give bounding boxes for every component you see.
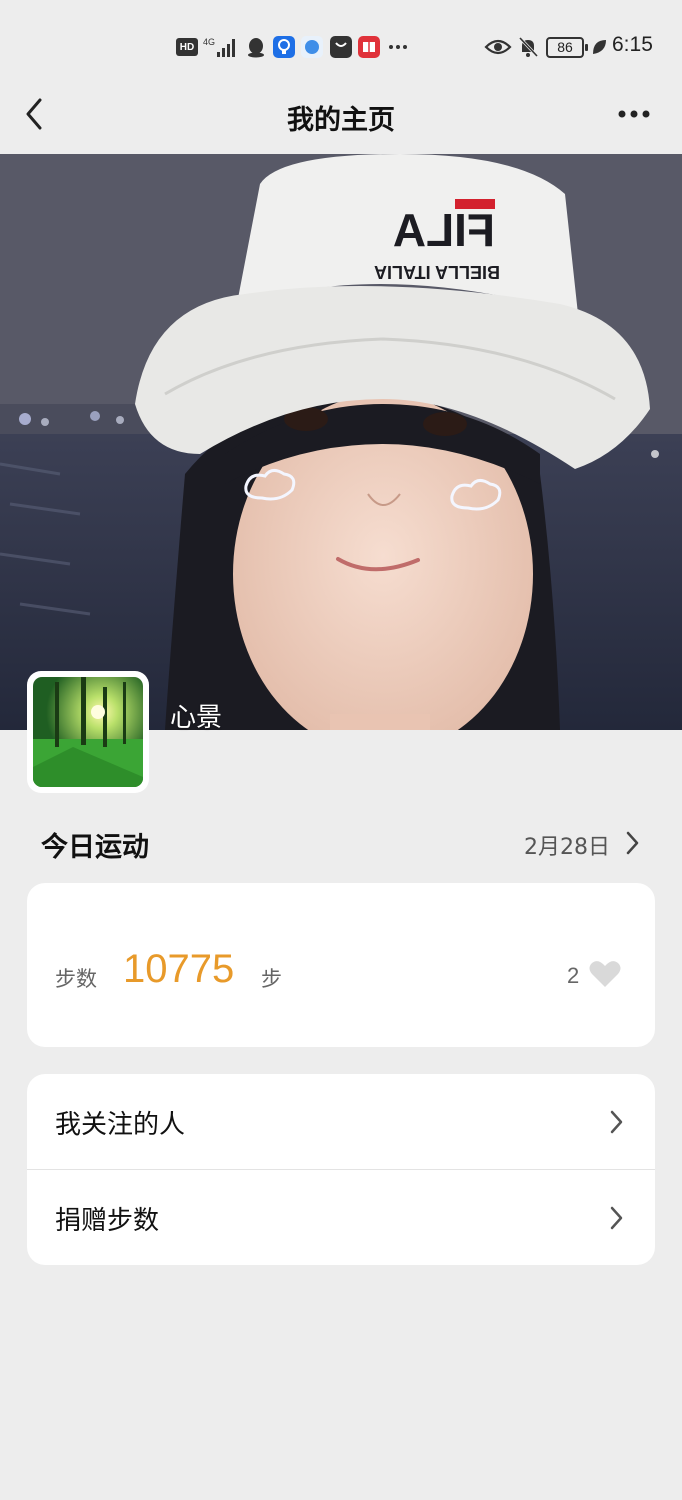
bell-off-icon [516, 34, 540, 60]
steps-unit: 步 [261, 967, 282, 991]
book-app-icon [357, 34, 381, 60]
list-item-following[interactable]: 我关注的人 [27, 1074, 655, 1169]
chevron-right-icon[interactable] [622, 829, 642, 857]
more-dots-icon [618, 110, 650, 118]
bag-app-icon [329, 34, 353, 60]
chevron-right-icon [607, 1108, 625, 1136]
heart-icon[interactable] [588, 958, 622, 990]
steps-label: 步数 [55, 967, 97, 991]
list-item-label: 捐赠步数 [55, 1206, 160, 1236]
bulb-app-icon [272, 34, 296, 60]
battery-icon: 86 [546, 37, 588, 58]
svg-text:BIELLA ITALIA: BIELLA ITALIA [374, 262, 500, 282]
eye-icon [484, 34, 512, 60]
like-count: 2 [567, 963, 580, 988]
nav-bar: 我的主页 [0, 80, 682, 154]
list-item-donate-steps[interactable]: 捐赠步数 [27, 1170, 655, 1265]
hd-icon: HD [176, 38, 198, 56]
leaf-icon [590, 34, 608, 60]
today-exercise-title: 今日运动 [41, 832, 149, 863]
clock: 6:15 [612, 33, 653, 56]
status-bar: HD 4G 86 6:15 [0, 0, 682, 80]
cover-photo-image: FILA BIELLA ITALIA [0, 154, 682, 730]
avatar[interactable] [27, 671, 149, 793]
chevron-right-icon [607, 1204, 625, 1232]
browser-app-icon [300, 34, 324, 60]
qq-icon [245, 34, 267, 60]
svg-text:FILA: FILA [393, 204, 495, 256]
date-selector[interactable]: 2月28日 [524, 829, 610, 861]
list-item-label: 我关注的人 [55, 1110, 186, 1140]
more-notifications-icon [388, 34, 408, 60]
svg-text:4G: 4G [203, 37, 215, 47]
page-title: 我的主页 [287, 105, 395, 136]
signal-icon: 4G [203, 34, 239, 60]
steps-value: 10775 [123, 947, 235, 991]
cover-photo[interactable]: FILA BIELLA ITALIA [0, 154, 682, 730]
more-button[interactable] [612, 104, 656, 124]
avatar-image [33, 677, 143, 787]
nickname: 心景 [170, 703, 223, 733]
menu-list: 我关注的人 捐赠步数 [27, 1074, 655, 1265]
steps-card[interactable]: 步数 10775 步 2 [27, 883, 655, 1047]
